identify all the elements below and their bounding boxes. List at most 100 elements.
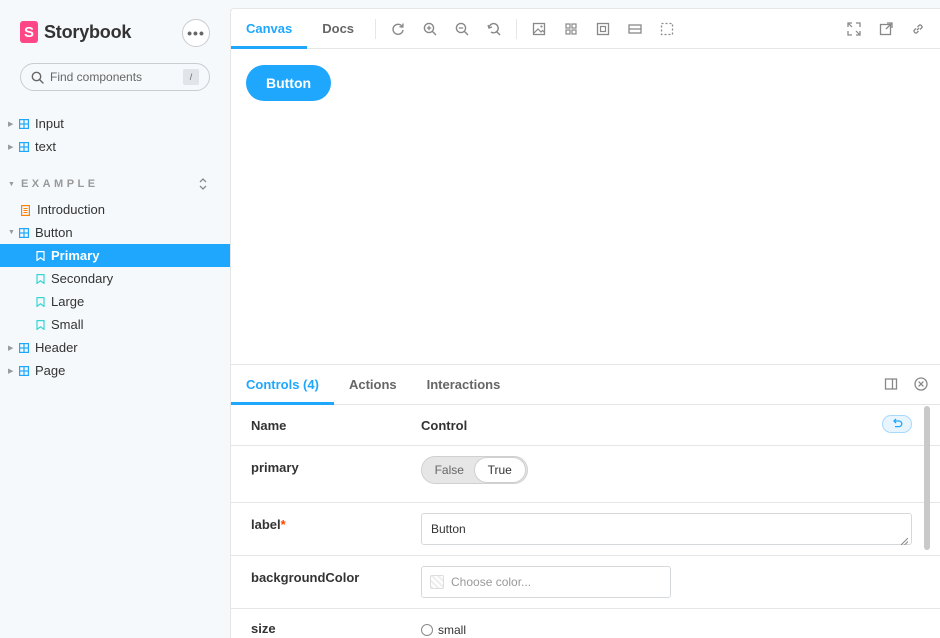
sidebar-item-label: Introduction — [37, 202, 105, 217]
table-header-row: Name Control — [231, 405, 940, 446]
canvas-preview: Button — [231, 49, 940, 365]
control-name-label: label* — [251, 517, 286, 532]
color-placeholder: Choose color... — [451, 575, 532, 589]
measure-icon[interactable] — [651, 13, 683, 45]
sidebar: S Storybook ••• / ▶ Input ▶ text ▼ EXAMP… — [0, 0, 230, 638]
boolean-toggle[interactable]: False True — [421, 456, 528, 484]
tab-interactions[interactable]: Interactions — [412, 365, 516, 405]
control-name-primary: primary — [251, 460, 299, 475]
copy-link-icon[interactable] — [902, 13, 934, 45]
sidebar-item-label: Button — [35, 225, 73, 240]
caret-right-icon: ▶ — [8, 367, 14, 375]
addons-tabbar: Controls (4) Actions Interactions — [231, 365, 940, 405]
sidebar-item-introduction[interactable]: Introduction — [0, 198, 230, 221]
ellipsis-icon: ••• — [187, 25, 205, 41]
zoom-out-icon[interactable] — [446, 13, 478, 45]
bookmark-icon — [36, 319, 45, 330]
tab-controls[interactable]: Controls (4) — [231, 365, 334, 405]
background-image-icon[interactable] — [523, 13, 555, 45]
caret-right-icon: ▶ — [8, 120, 14, 128]
component-icon — [19, 365, 29, 376]
menu-button[interactable]: ••• — [182, 19, 210, 47]
sidebar-item-button[interactable]: ▼ Button — [0, 221, 230, 244]
radio-circle-icon[interactable] — [421, 624, 433, 636]
sidebar-item-secondary[interactable]: Secondary — [0, 267, 230, 290]
tab-docs[interactable]: Docs — [307, 9, 369, 49]
control-name-background-color: backgroundColor — [251, 570, 360, 585]
column-header-name: Name — [251, 418, 287, 433]
bookmark-icon — [36, 273, 45, 284]
search-shortcut-key: / — [183, 69, 199, 85]
color-swatch-icon[interactable] — [430, 575, 444, 589]
table-row: backgroundColor Choose color... — [231, 556, 940, 609]
sidebar-item-label: Primary — [51, 248, 100, 263]
bookmark-icon — [36, 296, 45, 307]
sidebar-item-page[interactable]: ▶ Page — [0, 359, 230, 382]
document-icon — [21, 204, 31, 216]
controls-table: Name Control primary False True label* B… — [231, 405, 940, 638]
caret-right-icon: ▶ — [8, 143, 14, 151]
bookmark-icon — [36, 250, 45, 261]
caret-right-icon: ▶ — [8, 344, 14, 352]
sidebar-item-header[interactable]: ▶ Header — [0, 336, 230, 359]
reload-icon[interactable] — [382, 13, 414, 45]
undo-icon — [891, 415, 903, 433]
sidebar-item-small[interactable]: Small — [0, 313, 230, 336]
label-text-value: Button — [431, 522, 466, 536]
search-icon — [31, 71, 44, 84]
tab-canvas[interactable]: Canvas — [231, 9, 308, 49]
viewport-icon[interactable] — [619, 13, 651, 45]
toolbar: Canvas Docs — [231, 9, 940, 49]
main-panel: Canvas Docs Button Controls (4) Actions … — [230, 8, 940, 638]
control-name-text: label — [251, 517, 281, 532]
controls-scrollbar[interactable] — [924, 406, 930, 550]
outline-icon[interactable] — [587, 13, 619, 45]
radio-option-small[interactable]: small — [421, 623, 466, 637]
sidebar-item-label: Input — [35, 116, 64, 131]
toggle-option-true[interactable]: True — [474, 458, 525, 482]
brand[interactable]: S Storybook — [20, 21, 131, 43]
toolbar-right-actions — [838, 13, 934, 45]
caret-down-icon: ▼ — [8, 180, 15, 188]
addon-panel-actions — [884, 377, 928, 396]
sidebar-item-label: Secondary — [51, 271, 114, 286]
sidebar-item-primary[interactable]: Primary — [0, 244, 230, 267]
component-icon — [19, 141, 29, 152]
toolbar-divider — [375, 18, 377, 39]
expand-collapse-icon[interactable] — [198, 177, 208, 191]
panel-orientation-icon[interactable] — [884, 377, 898, 396]
section-header-example[interactable]: ▼ EXAMPLE — [8, 176, 208, 192]
sidebar-item-input[interactable]: ▶ Input — [0, 112, 230, 135]
primary-story-button[interactable]: Button — [246, 65, 331, 101]
component-icon — [19, 342, 29, 353]
component-icon — [19, 118, 29, 129]
control-name-size: size — [251, 621, 276, 636]
search-input[interactable] — [50, 70, 175, 84]
zoom-in-icon[interactable] — [414, 13, 446, 45]
sidebar-item-label: Large — [51, 294, 85, 309]
sidebar-item-label: Small — [51, 317, 84, 332]
label-text-field[interactable]: Button — [421, 513, 912, 546]
radio-label: small — [438, 623, 467, 637]
column-header-control: Control — [421, 418, 468, 433]
reset-controls-button[interactable] — [882, 415, 912, 433]
section-title: EXAMPLE — [20, 178, 99, 190]
sidebar-item-large[interactable]: Large — [0, 290, 230, 313]
sidebar-item-label: text — [35, 139, 56, 154]
open-new-tab-icon[interactable] — [870, 13, 902, 45]
color-picker-field[interactable]: Choose color... — [421, 566, 671, 598]
search-box[interactable]: / — [20, 63, 210, 91]
toggle-option-false[interactable]: False — [424, 458, 475, 482]
zoom-reset-icon[interactable] — [478, 13, 510, 45]
sidebar-item-text[interactable]: ▶ text — [0, 135, 230, 158]
table-row: primary False True — [231, 446, 940, 503]
storybook-logo-icon: S — [20, 21, 38, 43]
resize-handle-icon[interactable] — [900, 534, 909, 546]
sidebar-item-label: Header — [35, 340, 78, 355]
table-row: size small — [231, 609, 940, 638]
grid-icon[interactable] — [555, 13, 587, 45]
toolbar-divider — [516, 18, 518, 39]
tab-actions[interactable]: Actions — [334, 365, 412, 405]
close-panel-icon[interactable] — [914, 377, 928, 396]
fullscreen-icon[interactable] — [838, 13, 870, 45]
